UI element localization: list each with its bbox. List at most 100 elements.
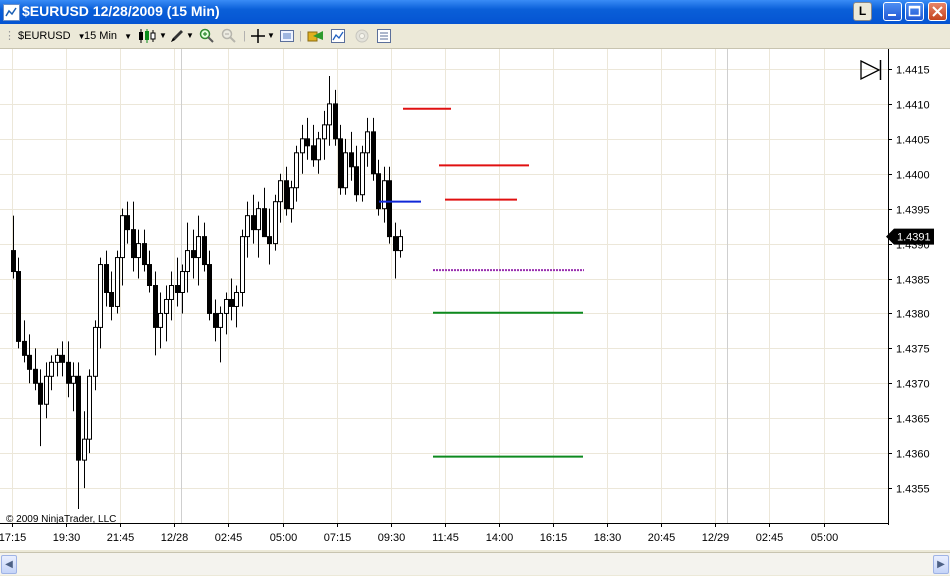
candle-down[interactable] <box>354 166 359 196</box>
candle-down[interactable] <box>38 382 43 405</box>
candle-down[interactable] <box>393 236 398 252</box>
candle-down[interactable] <box>11 250 16 273</box>
indicator-icon[interactable] <box>330 28 346 44</box>
candle-down[interactable] <box>60 354 65 363</box>
candle-down[interactable] <box>125 215 130 231</box>
x-tick-label: 17:15 <box>0 532 26 544</box>
candle-down[interactable] <box>191 250 196 259</box>
minimize-button[interactable] <box>883 2 902 21</box>
candle-up[interactable] <box>196 236 201 259</box>
scroll-right-icon[interactable]: ▶ <box>933 555 949 574</box>
candle-up[interactable] <box>240 236 245 293</box>
candle-down[interactable] <box>22 340 27 356</box>
candle-up[interactable] <box>300 138 305 154</box>
close-button[interactable] <box>928 2 947 21</box>
candle-down[interactable] <box>349 152 354 168</box>
candle-down[interactable] <box>305 138 310 147</box>
y-tick-label: 1.4370 <box>896 379 930 391</box>
candle-down[interactable] <box>207 264 212 314</box>
minimize-icon <box>888 14 896 16</box>
chart-panel[interactable]: 1.4415 1.4410 1.4405 1.4400 1.4395 1.4390 1.43… <box>0 49 950 550</box>
disabled-circle-icon[interactable] <box>354 28 370 44</box>
candle-up[interactable] <box>294 152 299 189</box>
candle-up[interactable] <box>49 361 54 377</box>
candle-up[interactable] <box>278 180 283 203</box>
interval-selector[interactable]: 15 Min ▼ <box>84 27 132 45</box>
candle-down[interactable] <box>262 208 267 238</box>
candle-down[interactable] <box>147 264 152 287</box>
properties-icon[interactable] <box>279 28 295 44</box>
link-button[interactable]: L <box>853 2 872 21</box>
candle-up[interactable] <box>256 208 261 231</box>
candle-down[interactable] <box>376 173 381 210</box>
candle-down[interactable] <box>142 243 147 266</box>
crosshair-icon[interactable] <box>250 28 266 44</box>
candle-up[interactable] <box>164 298 169 314</box>
strategy-icon[interactable] <box>307 28 323 44</box>
candle-down[interactable] <box>175 285 180 293</box>
candle-down[interactable] <box>104 264 109 293</box>
candle-up[interactable] <box>169 285 174 300</box>
candle-down[interactable] <box>229 298 234 307</box>
candle-up[interactable] <box>273 201 278 245</box>
candle-up[interactable] <box>224 298 229 314</box>
candle-up[interactable] <box>327 103 332 126</box>
drawing-pen-icon[interactable] <box>169 28 185 44</box>
candle-down[interactable] <box>213 312 218 328</box>
candle-down[interactable] <box>284 180 289 210</box>
candle-up[interactable] <box>136 243 141 259</box>
candle-up[interactable] <box>234 291 239 307</box>
candle-up[interactable] <box>343 152 348 189</box>
candle-up[interactable] <box>360 152 365 196</box>
candle-up[interactable] <box>44 375 49 405</box>
candle-up[interactable] <box>87 375 92 440</box>
candle-down[interactable] <box>371 131 376 175</box>
candle-down[interactable] <box>333 103 338 140</box>
scroll-left-icon[interactable]: ◀ <box>1 555 17 574</box>
candle-up[interactable] <box>316 138 321 161</box>
candle-down[interactable] <box>33 368 38 384</box>
chevron-down-icon[interactable]: ▼ <box>267 27 275 45</box>
chevron-down-icon[interactable]: ▼ <box>159 27 167 45</box>
candle-down[interactable] <box>109 291 114 307</box>
candle-up[interactable] <box>82 438 87 461</box>
zoom-in-icon[interactable] <box>199 28 215 44</box>
candle-up[interactable] <box>71 375 76 384</box>
candle-down[interactable] <box>27 354 32 370</box>
candle-down[interactable] <box>267 236 272 245</box>
candle-up[interactable] <box>98 264 103 328</box>
candle-up[interactable] <box>398 236 403 252</box>
candle-down[interactable] <box>202 236 207 266</box>
candle-down[interactable] <box>16 271 21 342</box>
candle-up[interactable] <box>115 257 120 307</box>
maximize-button[interactable] <box>905 2 924 21</box>
candle-down[interactable] <box>311 145 316 161</box>
candle-up[interactable] <box>55 354 60 363</box>
candle-down[interactable] <box>251 215 256 231</box>
candle-up[interactable] <box>180 271 185 293</box>
x-tick-label: 21:45 <box>107 532 135 544</box>
zoom-out-icon[interactable] <box>221 28 237 44</box>
data-box-icon[interactable] <box>376 28 392 44</box>
chart-style-icon[interactable] <box>138 28 156 44</box>
candle-up[interactable] <box>93 326 98 377</box>
candle-up[interactable] <box>120 215 125 259</box>
candle-down[interactable] <box>66 361 71 384</box>
candlestick-chart[interactable]: 1.44151.44101.44051.44001.43951.43901.43… <box>0 49 950 550</box>
candle-up[interactable] <box>158 312 163 328</box>
candle-up[interactable] <box>185 250 190 273</box>
candle-up[interactable] <box>322 124 327 140</box>
candle-down[interactable] <box>387 180 392 238</box>
candle-down[interactable] <box>338 138 343 189</box>
candle-up[interactable] <box>289 187 294 210</box>
candle-down[interactable] <box>76 375 81 461</box>
candle-down[interactable] <box>153 285 158 328</box>
instrument-selector[interactable]: $EURUSD ▼ <box>18 27 86 45</box>
candle-up[interactable] <box>365 131 370 154</box>
candle-down[interactable] <box>131 229 136 259</box>
horizontal-scrollbar[interactable]: ◀ ▶ <box>0 552 950 575</box>
candle-up[interactable] <box>245 215 250 238</box>
chevron-down-icon[interactable]: ▼ <box>186 27 194 45</box>
candle-up[interactable] <box>218 312 223 328</box>
candle-up[interactable] <box>382 180 387 210</box>
